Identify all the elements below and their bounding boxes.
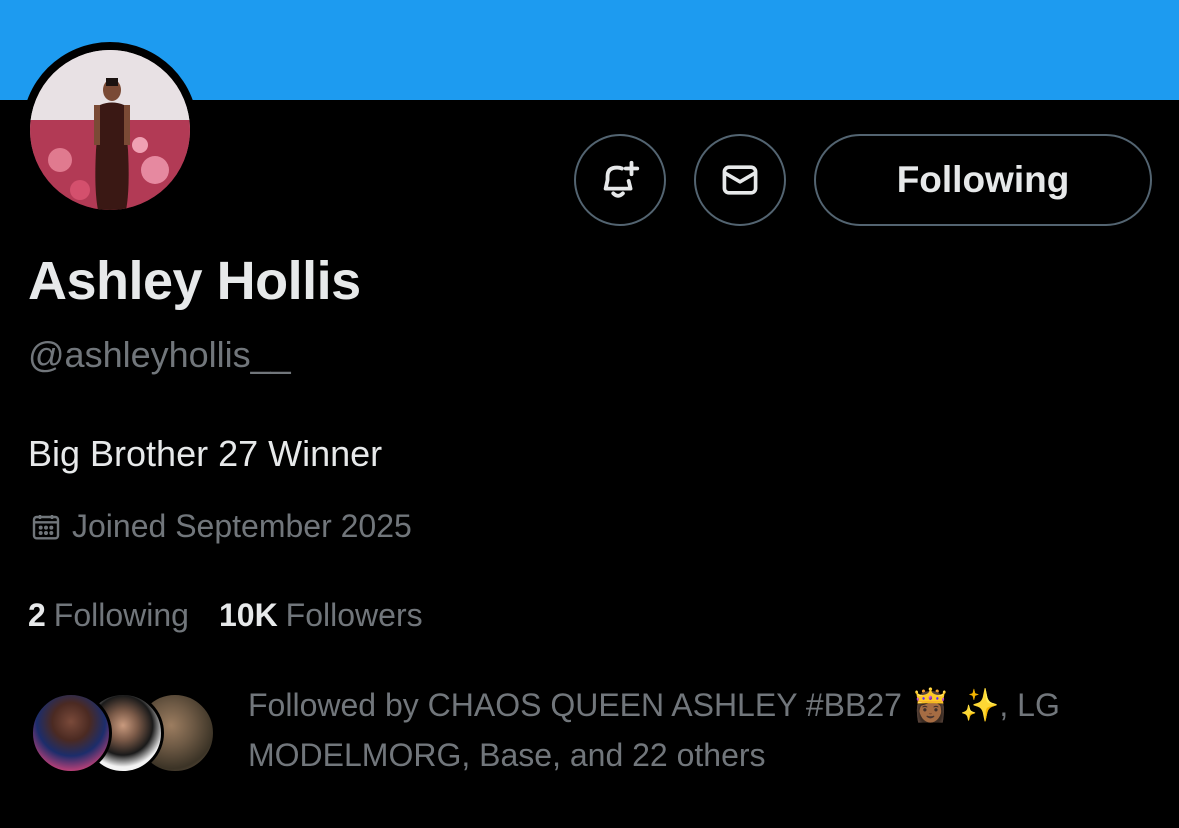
follow-stats: 2 Following 10K Followers bbox=[28, 597, 423, 634]
followers-stat-link[interactable]: 10K Followers bbox=[219, 597, 423, 634]
mutual-follower-avatar bbox=[30, 692, 112, 774]
profile-avatar-ring bbox=[22, 42, 198, 218]
following-count: 2 bbox=[28, 597, 46, 633]
display-name: Ashley Hollis bbox=[28, 251, 361, 311]
following-button[interactable]: Following bbox=[814, 134, 1152, 226]
following-stat-link[interactable]: 2 Following bbox=[28, 597, 189, 634]
followers-label: Followers bbox=[285, 597, 423, 633]
profile-avatar[interactable] bbox=[30, 50, 190, 210]
followers-count: 10K bbox=[218, 597, 278, 633]
user-handle: @ashleyhollis__ bbox=[28, 334, 291, 375]
following-label: Following bbox=[53, 597, 189, 633]
calendar-icon bbox=[30, 511, 62, 543]
profile-page: Following Ashley Hollis @ashleyhollis__ … bbox=[0, 0, 1179, 828]
profile-bio: Big Brother 27 Winner bbox=[28, 433, 383, 474]
envelope-icon bbox=[718, 158, 762, 202]
joined-date: Joined September 2025 bbox=[30, 508, 412, 545]
followed-by-text[interactable]: Followed by CHAOS QUEEN ASHLEY #BB27 👸🏾 … bbox=[248, 680, 1108, 780]
bell-plus-icon bbox=[597, 157, 643, 203]
message-button[interactable] bbox=[694, 134, 786, 226]
notifications-button[interactable] bbox=[574, 134, 666, 226]
mutual-followers-avatars[interactable] bbox=[30, 692, 220, 774]
joined-text: Joined September 2025 bbox=[72, 508, 412, 544]
